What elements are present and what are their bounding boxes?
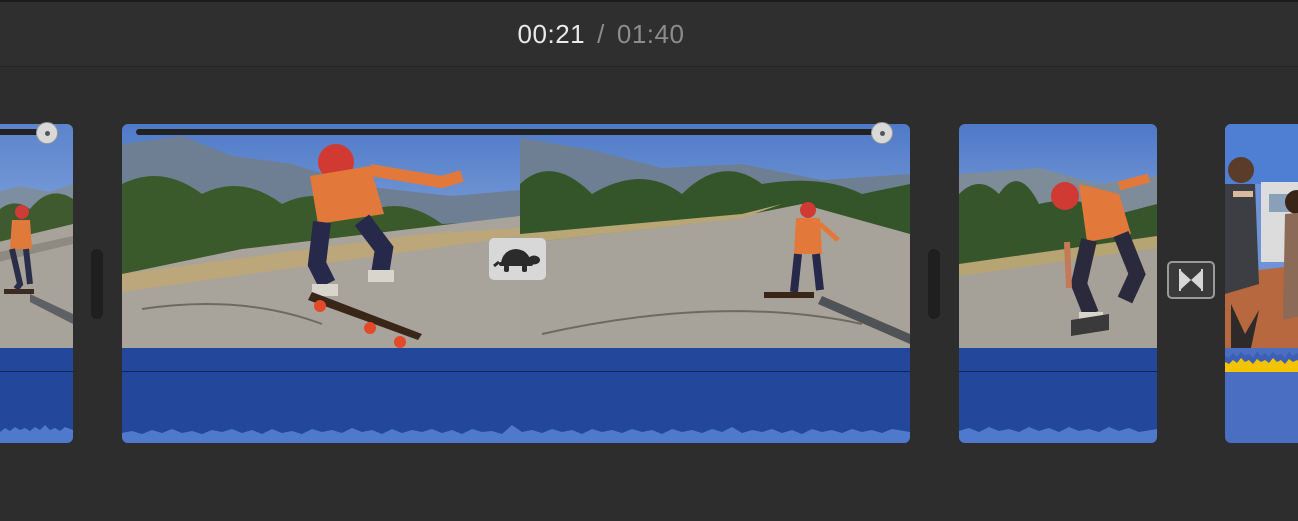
audio-waveform: [122, 425, 910, 443]
audio-volume-line[interactable]: [122, 371, 910, 372]
clip-grip-left[interactable]: [91, 249, 103, 319]
speed-handle-slowmo[interactable]: [871, 122, 893, 144]
audio-waveform: [0, 425, 73, 443]
speed-handle-left[interactable]: [36, 122, 58, 144]
timecode-display: 00:21 / 01:40: [0, 19, 1202, 50]
audio-volume-line[interactable]: [959, 371, 1157, 372]
cross-dissolve-icon[interactable]: [1167, 261, 1215, 299]
clip-left-thumbnail: [0, 124, 73, 348]
clip-right-thumbnail: [959, 124, 1157, 348]
timeline-header: 00:21 / 01:40: [0, 0, 1298, 67]
clip-friends-video[interactable]: [1225, 124, 1298, 348]
clip-friends-thumbnail: [1225, 124, 1298, 348]
clip-friends[interactable]: [1225, 124, 1298, 443]
speed-bar: [136, 129, 886, 135]
clip-left-audio[interactable]: [0, 348, 73, 443]
clip-slowmo[interactable]: [122, 124, 910, 443]
audio-volume-line[interactable]: [0, 371, 73, 372]
transition-bowtie-icon: [1179, 269, 1203, 291]
turtle-icon: [493, 249, 540, 272]
clip-left[interactable]: [0, 124, 73, 443]
clip-right-audio[interactable]: [959, 348, 1157, 443]
audio-peak-waveform: [1225, 351, 1298, 372]
current-time: 00:21: [517, 19, 586, 49]
clip-right-video[interactable]: [959, 124, 1157, 348]
clip-right[interactable]: [959, 124, 1157, 443]
clip-left-video[interactable]: [0, 124, 73, 348]
clip-grip-middle[interactable]: [928, 249, 940, 319]
total-duration: 01:40: [616, 19, 685, 49]
time-separator: /: [597, 19, 605, 49]
clip-slowmo-thumbnails: [122, 124, 910, 348]
clip-slowmo-audio[interactable]: [122, 348, 910, 443]
window-top-border: [0, 0, 1298, 2]
clip-slowmo-video[interactable]: [122, 124, 910, 348]
slow-motion-badge[interactable]: [489, 238, 546, 280]
audio-waveform: [959, 427, 1157, 443]
clip-friends-audio[interactable]: [1225, 348, 1298, 443]
